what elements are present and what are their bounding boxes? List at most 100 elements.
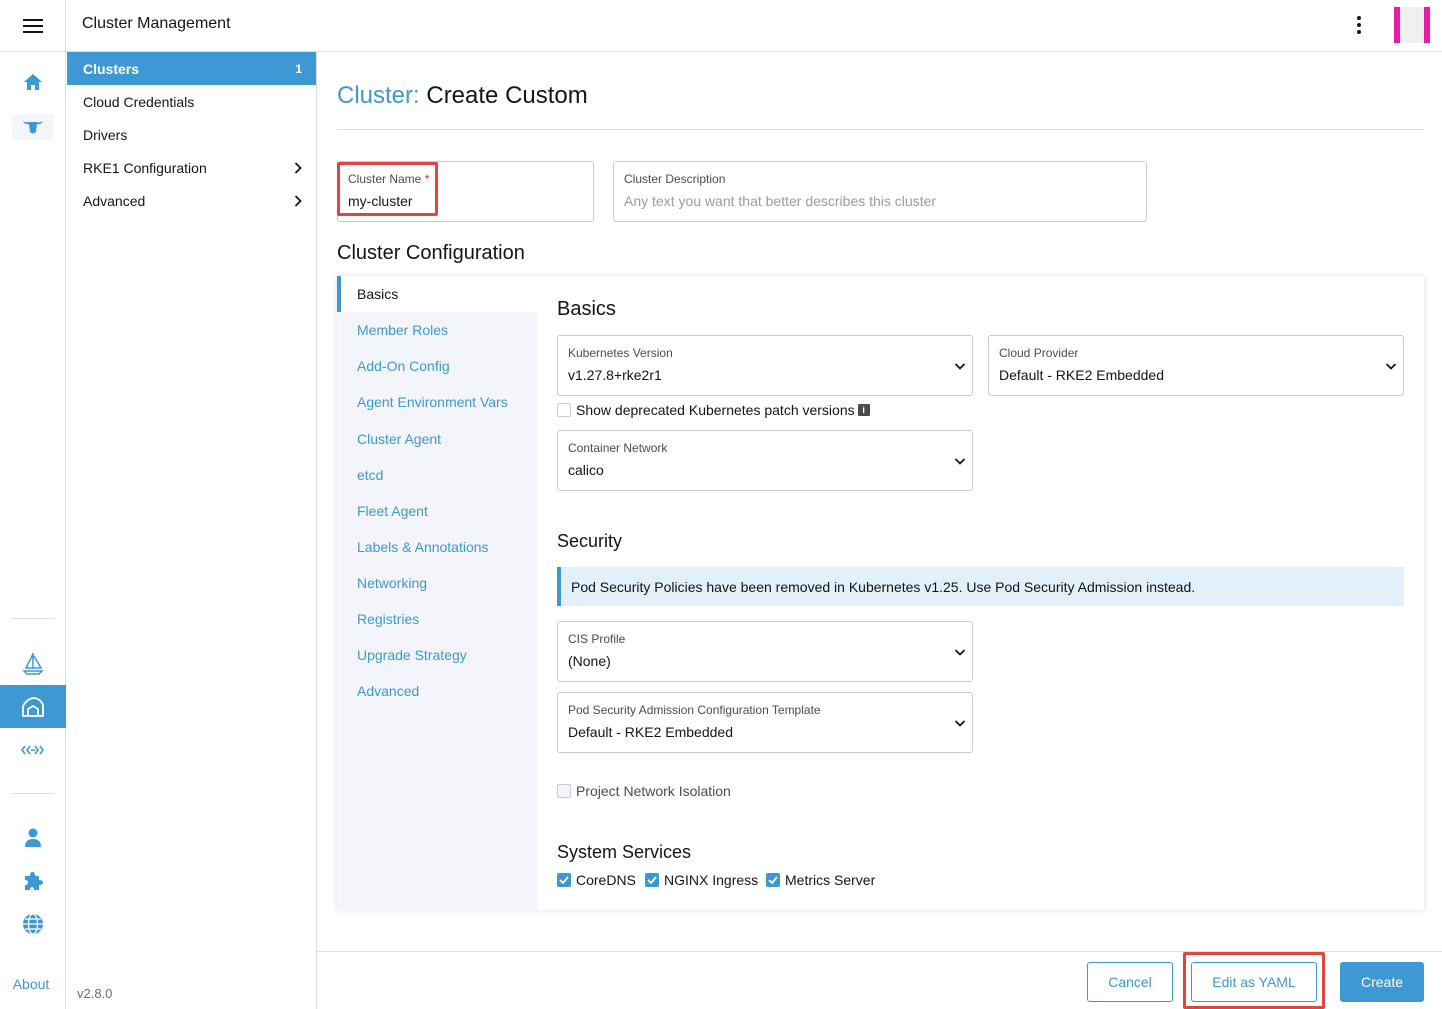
- show-deprecated-row[interactable]: Show deprecated Kubernetes patch version…: [557, 402, 870, 418]
- tab-etcd[interactable]: etcd: [337, 457, 537, 493]
- metrics-server-checkbox[interactable]: [766, 873, 780, 887]
- nginx-ingress-checkbox[interactable]: [645, 873, 659, 887]
- rail-apps[interactable]: [0, 643, 66, 683]
- more-options-button[interactable]: [1348, 12, 1370, 38]
- create-button[interactable]: Create: [1340, 962, 1424, 1002]
- sidebar-item-label: Clusters: [83, 60, 140, 77]
- hamburger-icon: [22, 18, 43, 33]
- icon-rail: About: [0, 52, 66, 1009]
- check-icon: [647, 876, 657, 884]
- kubernetes-version-select[interactable]: Kubernetes Version v1.27.8+rke2r1: [557, 335, 973, 396]
- user-avatar[interactable]: [1394, 7, 1430, 43]
- menu-button[interactable]: [0, 0, 66, 51]
- kebab-icon: [1357, 16, 1361, 34]
- tab-cluster-agent[interactable]: Cluster Agent: [337, 421, 537, 457]
- psa-template-label: Pod Security Admission Configuration Tem…: [568, 703, 821, 717]
- version-label: v2.8.0: [77, 986, 113, 1001]
- sidebar-item-label: Cloud Credentials: [83, 93, 195, 110]
- cluster-name-input[interactable]: [348, 193, 563, 209]
- tab-networking[interactable]: Networking: [337, 565, 537, 601]
- cloud-provider-value: Default - RKE2 Embedded: [999, 367, 1164, 383]
- metrics-server-label: Metrics Server: [785, 872, 876, 888]
- tab-registries[interactable]: Registries: [337, 601, 537, 637]
- cluster-name-label: Cluster Name *: [348, 172, 429, 186]
- tab-agent-environment-vars[interactable]: Agent Environment Vars: [337, 384, 537, 420]
- chevron-down-icon: [954, 363, 966, 370]
- app-title: Cluster Management: [82, 15, 231, 32]
- check-icon: [559, 876, 569, 884]
- coredns-row[interactable]: CoreDNS: [557, 872, 636, 888]
- show-deprecated-label: Show deprecated Kubernetes patch version…: [576, 402, 855, 418]
- tab-member-roles[interactable]: Member Roles: [337, 312, 537, 348]
- sailboat-icon: [22, 653, 44, 675]
- tab-basics[interactable]: Basics: [337, 276, 537, 312]
- chevron-down-icon: [1385, 363, 1397, 370]
- cluster-description-field[interactable]: Cluster Description: [613, 161, 1147, 222]
- psa-template-value: Default - RKE2 Embedded: [568, 724, 733, 740]
- longhorn-icon: [23, 121, 43, 134]
- side-nav: Clusters 1 Cloud Credentials Drivers RKE…: [67, 52, 317, 1009]
- rail-extensions[interactable]: [0, 861, 66, 901]
- project-network-isolation-row[interactable]: Project Network Isolation: [557, 783, 731, 799]
- rail-continuous-delivery[interactable]: [0, 730, 66, 770]
- container-network-value: calico: [568, 462, 604, 478]
- sidebar-item-advanced[interactable]: Advanced: [67, 184, 316, 217]
- nginx-ingress-row[interactable]: NGINX Ingress: [645, 872, 758, 888]
- divider: [337, 129, 1424, 130]
- project-network-isolation-label: Project Network Isolation: [576, 783, 731, 799]
- tab-advanced[interactable]: Advanced: [337, 673, 537, 709]
- cluster-configuration-heading: Cluster Configuration: [337, 242, 525, 264]
- tab-fleet-agent[interactable]: Fleet Agent: [337, 493, 537, 529]
- tab-upgrade-strategy[interactable]: Upgrade Strategy: [337, 637, 537, 673]
- cloud-provider-select[interactable]: Cloud Provider Default - RKE2 Embedded: [988, 335, 1404, 396]
- system-services-heading: System Services: [557, 842, 692, 862]
- home-icon: [24, 74, 42, 90]
- config-tabs: Basics Member Roles Add-On Config Agent …: [337, 276, 537, 910]
- rail-users[interactable]: [0, 818, 66, 858]
- cis-profile-select[interactable]: CIS Profile (None): [557, 621, 973, 682]
- sidebar-item-drivers[interactable]: Drivers: [67, 118, 316, 151]
- kubernetes-version-value: v1.27.8+rke2r1: [568, 367, 662, 383]
- coredns-checkbox[interactable]: [557, 873, 571, 887]
- chevron-down-icon: [954, 720, 966, 727]
- coredns-label: CoreDNS: [576, 872, 636, 888]
- about-link[interactable]: About: [0, 976, 62, 992]
- info-icon[interactable]: i: [857, 404, 870, 416]
- rail-explorer[interactable]: [0, 107, 66, 147]
- metrics-server-row[interactable]: Metrics Server: [766, 872, 875, 888]
- cluster-description-label: Cluster Description: [624, 172, 726, 186]
- main-content: Cluster: Create Custom Cluster Name * Cl…: [317, 52, 1442, 1009]
- sidebar-item-clusters[interactable]: Clusters 1: [67, 52, 316, 85]
- tab-add-on-config[interactable]: Add-On Config: [337, 348, 537, 384]
- rail-separator: [12, 618, 54, 619]
- rail-home[interactable]: [0, 62, 66, 102]
- sidebar-item-label: RKE1 Configuration: [83, 159, 207, 176]
- form-footer: Cancel Edit as YAML Create: [317, 951, 1442, 1009]
- chevron-down-icon: [954, 458, 966, 465]
- psa-template-select[interactable]: Pod Security Admission Configuration Tem…: [557, 692, 973, 753]
- cancel-button[interactable]: Cancel: [1087, 962, 1173, 1002]
- required-mark: *: [424, 172, 430, 186]
- rail-global-settings[interactable]: [0, 904, 66, 944]
- cluster-configuration-panel: Basics Member Roles Add-On Config Agent …: [337, 276, 1424, 910]
- project-network-isolation-checkbox[interactable]: [557, 784, 571, 798]
- edit-as-yaml-button[interactable]: Edit as YAML: [1191, 962, 1317, 1002]
- cluster-management-icon: [22, 696, 44, 717]
- rail-cluster-management[interactable]: [0, 685, 66, 728]
- cis-profile-value: (None): [568, 653, 611, 669]
- cluster-description-input[interactable]: [624, 193, 1116, 209]
- container-network-select[interactable]: Container Network calico: [557, 430, 973, 491]
- psp-info-banner: Pod Security Policies have been removed …: [557, 567, 1404, 606]
- breadcrumb[interactable]: Cluster:: [337, 82, 420, 109]
- page-title-text: Create Custom: [426, 82, 588, 109]
- sidebar-item-rke1-configuration[interactable]: RKE1 Configuration: [67, 151, 316, 184]
- sidebar-item-cloud-credentials[interactable]: Cloud Credentials: [67, 85, 316, 118]
- check-icon: [768, 876, 778, 884]
- cluster-name-field[interactable]: Cluster Name *: [337, 161, 594, 222]
- tab-labels-annotations[interactable]: Labels & Annotations: [337, 529, 537, 565]
- show-deprecated-checkbox[interactable]: [557, 403, 571, 417]
- chevron-down-icon: [954, 649, 966, 656]
- rail-explorer-box: [12, 114, 54, 140]
- rail-separator: [12, 793, 54, 794]
- globe-icon: [23, 913, 43, 935]
